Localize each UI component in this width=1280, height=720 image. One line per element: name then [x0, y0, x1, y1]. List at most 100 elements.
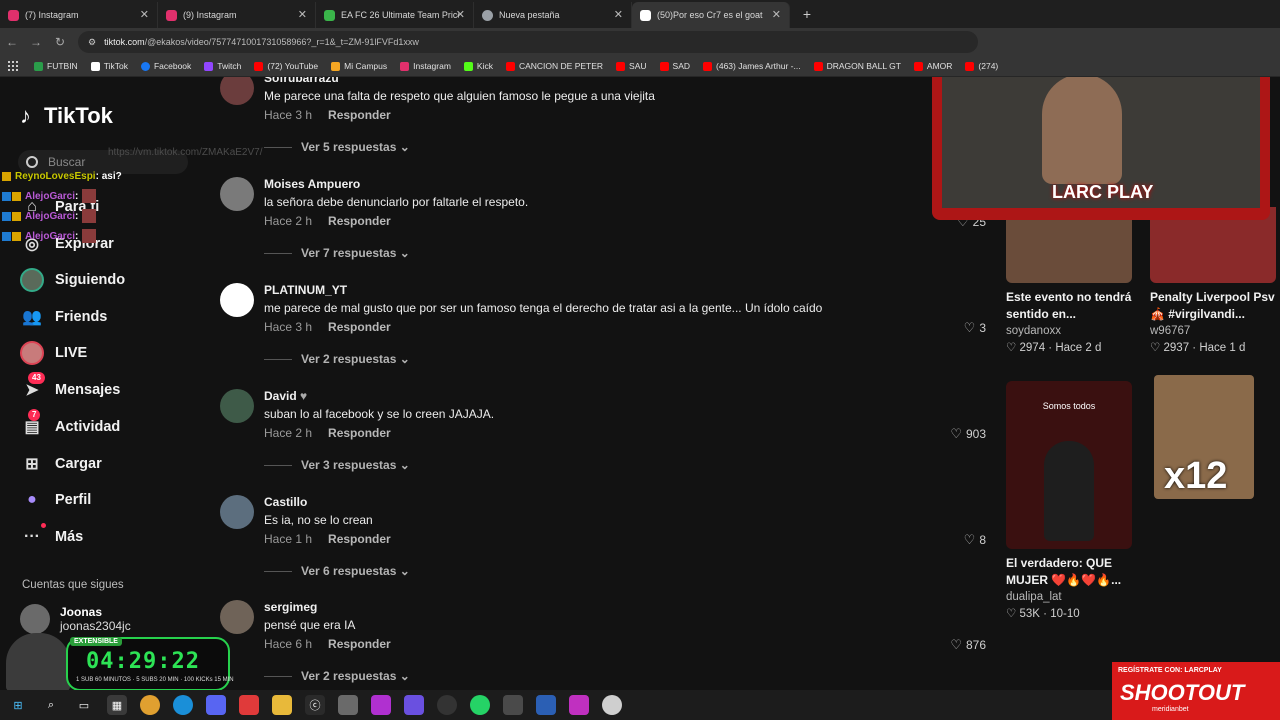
- avatar[interactable]: [220, 177, 254, 211]
- back-button[interactable]: ←: [0, 35, 24, 49]
- view-replies-button[interactable]: Ver 5 respuestas ⌄: [264, 140, 410, 154]
- followed-account[interactable]: Joonas joonas2304jc: [20, 604, 131, 634]
- bookmark[interactable]: (274): [965, 61, 998, 71]
- video-card[interactable]: Este evento no tendrá sentido en... soyd…: [1006, 207, 1132, 354]
- nav-mas[interactable]: ··· Más: [20, 523, 83, 549]
- like-button[interactable]: ♡ 876: [950, 637, 986, 653]
- bookmark[interactable]: (463) James Arthur -...: [703, 61, 801, 71]
- reply-button[interactable]: Responder: [328, 426, 391, 440]
- nav-mensajes[interactable]: ➤ 43 Mensajes: [20, 372, 120, 402]
- bookmark[interactable]: CANCION DE PETER: [505, 61, 603, 71]
- bookmark[interactable]: TikTok: [90, 61, 128, 71]
- obs-icon[interactable]: [437, 695, 457, 715]
- avatar[interactable]: [220, 389, 254, 423]
- view-replies-button[interactable]: Ver 3 respuestas ⌄: [264, 458, 410, 472]
- like-button[interactable]: ♡ 8: [964, 532, 986, 548]
- kick-icon: [463, 61, 473, 71]
- message-icon: ➤ 43: [20, 372, 45, 402]
- youtube-icon: [659, 61, 669, 71]
- bookmark[interactable]: AMOR: [913, 61, 952, 71]
- activity-count-badge: 7: [28, 409, 41, 421]
- calculator-icon[interactable]: [503, 695, 523, 715]
- avatar[interactable]: [220, 77, 254, 105]
- app-icon[interactable]: [338, 695, 358, 715]
- browser-tab[interactable]: (9) Instagram ✕: [158, 2, 316, 28]
- reply-button[interactable]: Responder: [328, 214, 391, 228]
- close-tab-icon[interactable]: ✕: [456, 8, 465, 21]
- store-icon[interactable]: ▦: [107, 695, 127, 715]
- browser-tab[interactable]: EA FC 26 Ultimate Team Prices ✕: [316, 2, 474, 28]
- url-field[interactable]: ⚙ tiktok.com/@ekakos/video/7577471001731…: [78, 31, 978, 53]
- bookmark[interactable]: Facebook: [140, 61, 191, 71]
- reply-button[interactable]: Responder: [328, 320, 391, 334]
- close-tab-icon[interactable]: ✕: [772, 8, 781, 21]
- heart-emoji-icon: ♥: [300, 389, 308, 403]
- app-icon[interactable]: [602, 695, 622, 715]
- view-replies-button[interactable]: Ver 2 respuestas ⌄: [264, 669, 410, 683]
- avatar[interactable]: [220, 283, 254, 317]
- chrome-icon[interactable]: [140, 695, 160, 715]
- forward-button[interactable]: →: [24, 35, 48, 49]
- chat-message: ReynoLovesEspi: asi?: [2, 166, 122, 186]
- comments-list: Sofrubarrazu Me parece una falta de resp…: [220, 77, 990, 690]
- site-info-icon[interactable]: ⚙: [88, 37, 96, 48]
- video-card[interactable]: Penalty Liverpool Psv 🎪 #virgilvandi... …: [1150, 207, 1276, 354]
- nav-siguiendo[interactable]: Siguiendo: [20, 268, 125, 292]
- video-card[interactable]: Somos todos El verdadero: QUE MUJER ❤️🔥❤…: [1006, 381, 1132, 620]
- tiktok-logo[interactable]: ♪ TikTok: [20, 103, 113, 129]
- bookmark[interactable]: DRAGON BALL GT: [813, 61, 901, 71]
- browser-tab-active[interactable]: (50)Por eso Cr7 es el goat ✕: [632, 2, 790, 28]
- app-icon[interactable]: [569, 695, 589, 715]
- avatar[interactable]: [220, 495, 254, 529]
- bookmark[interactable]: Twitch: [204, 61, 241, 71]
- reload-button[interactable]: ↻: [48, 35, 72, 49]
- app-icon[interactable]: [239, 695, 259, 715]
- view-replies-button[interactable]: Ver 2 respuestas ⌄: [264, 352, 410, 366]
- bookmark[interactable]: SAD: [659, 61, 690, 71]
- nav-cargar[interactable]: ⊞ Cargar: [20, 452, 101, 476]
- edge-icon[interactable]: [173, 695, 193, 715]
- bookmark[interactable]: Kick: [463, 61, 493, 71]
- nav-friends[interactable]: 👥 Friends: [20, 305, 107, 329]
- view-replies-button[interactable]: Ver 6 respuestas ⌄: [264, 564, 410, 578]
- upload-icon: ⊞: [25, 456, 39, 473]
- reply-button[interactable]: Responder: [328, 637, 391, 651]
- discord-icon[interactable]: [206, 695, 226, 715]
- stream-chat: ReynoLovesEspi: asi? AlejoGarci: AlejoGa…: [2, 166, 122, 246]
- browser-tab[interactable]: Nueva pestaña ✕: [474, 2, 632, 28]
- like-button[interactable]: ♡ 903: [950, 426, 986, 442]
- browser-tab[interactable]: (7) Instagram ✕: [0, 2, 158, 28]
- new-tab-button[interactable]: +: [798, 6, 816, 22]
- windows-start-icon[interactable]: ⊞: [8, 695, 28, 715]
- reply-button[interactable]: Responder: [328, 532, 391, 546]
- close-tab-icon[interactable]: ✕: [298, 8, 307, 21]
- app-icon[interactable]: [404, 695, 424, 715]
- bookmark[interactable]: FUTBIN: [34, 61, 78, 71]
- search-icon[interactable]: ⌕: [41, 695, 61, 715]
- stream-emote-overlay: x12: [1154, 375, 1280, 499]
- futbin-icon: [34, 61, 43, 71]
- like-button[interactable]: ♡ 3: [964, 320, 986, 336]
- reply-button[interactable]: Responder: [328, 108, 391, 122]
- bookmark[interactable]: Instagram: [400, 61, 451, 71]
- app-icon[interactable]: [371, 695, 391, 715]
- windows-taskbar: ⊞ ⌕ ▭ ▦ ⓒ: [0, 690, 1280, 720]
- whatsapp-icon[interactable]: [470, 695, 490, 715]
- close-tab-icon[interactable]: ✕: [614, 8, 623, 21]
- nav-live[interactable]: LIVE: [20, 341, 87, 365]
- folder-icon[interactable]: [272, 695, 292, 715]
- bookmark[interactable]: SAU: [616, 61, 647, 71]
- thumbnail-figure: [1044, 441, 1094, 541]
- task-view-icon[interactable]: ▭: [74, 695, 94, 715]
- word-icon[interactable]: [536, 695, 556, 715]
- view-replies-button[interactable]: Ver 7 respuestas ⌄: [264, 246, 410, 260]
- streamer-figure: [6, 633, 70, 690]
- app-icon[interactable]: ⓒ: [305, 695, 325, 715]
- bookmark[interactable]: (72) YouTube: [254, 61, 318, 71]
- nav-actividad[interactable]: ▤ 7 Actividad: [20, 409, 120, 439]
- close-tab-icon[interactable]: ✕: [140, 8, 149, 21]
- nav-perfil[interactable]: ● Perfil: [20, 488, 91, 512]
- apps-icon[interactable]: [8, 61, 18, 71]
- avatar[interactable]: [220, 600, 254, 634]
- bookmark[interactable]: Mi Campus: [331, 61, 387, 71]
